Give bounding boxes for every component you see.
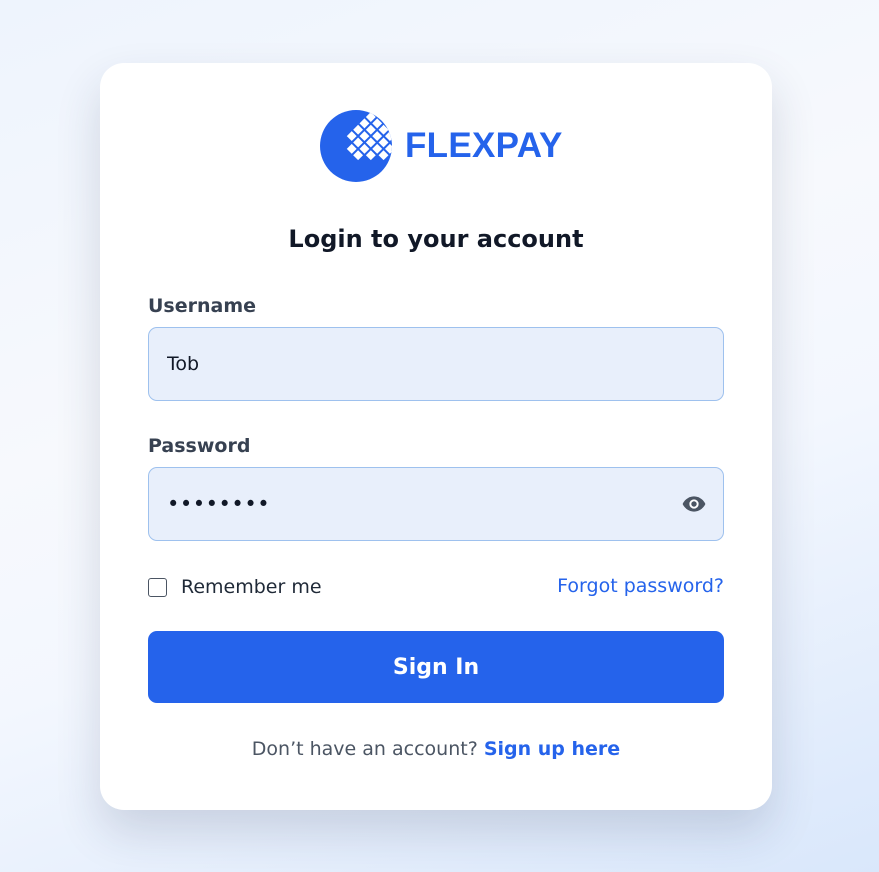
sign-in-button[interactable]: Sign In [148,631,724,703]
username-field-wrapper [148,327,724,401]
signup-prompt: Don’t have an account? Sign up here [100,738,772,760]
username-label: Username [148,295,257,317]
brand-logo: FLEXPAY [320,110,563,182]
password-input[interactable] [167,468,647,540]
remember-me: Remember me [148,573,322,601]
username-input[interactable] [167,328,647,400]
brand-name: FLEXPAY [405,126,563,165]
sign-up-link[interactable]: Sign up here [484,738,620,760]
password-label: Password [148,435,251,457]
page-title: Login to your account [288,225,584,253]
signup-prompt-text: Don’t have an account? [251,738,484,760]
remember-me-checkbox[interactable] [148,577,167,597]
forgot-password-link[interactable]: Forgot password? [557,575,724,597]
login-card: FLEXPAY Login to your account Username P… [100,63,772,810]
flexpay-logo-icon [320,110,392,182]
remember-me-label[interactable]: Remember me [181,576,322,598]
password-field-wrapper [148,467,724,541]
eye-icon[interactable] [681,491,707,517]
